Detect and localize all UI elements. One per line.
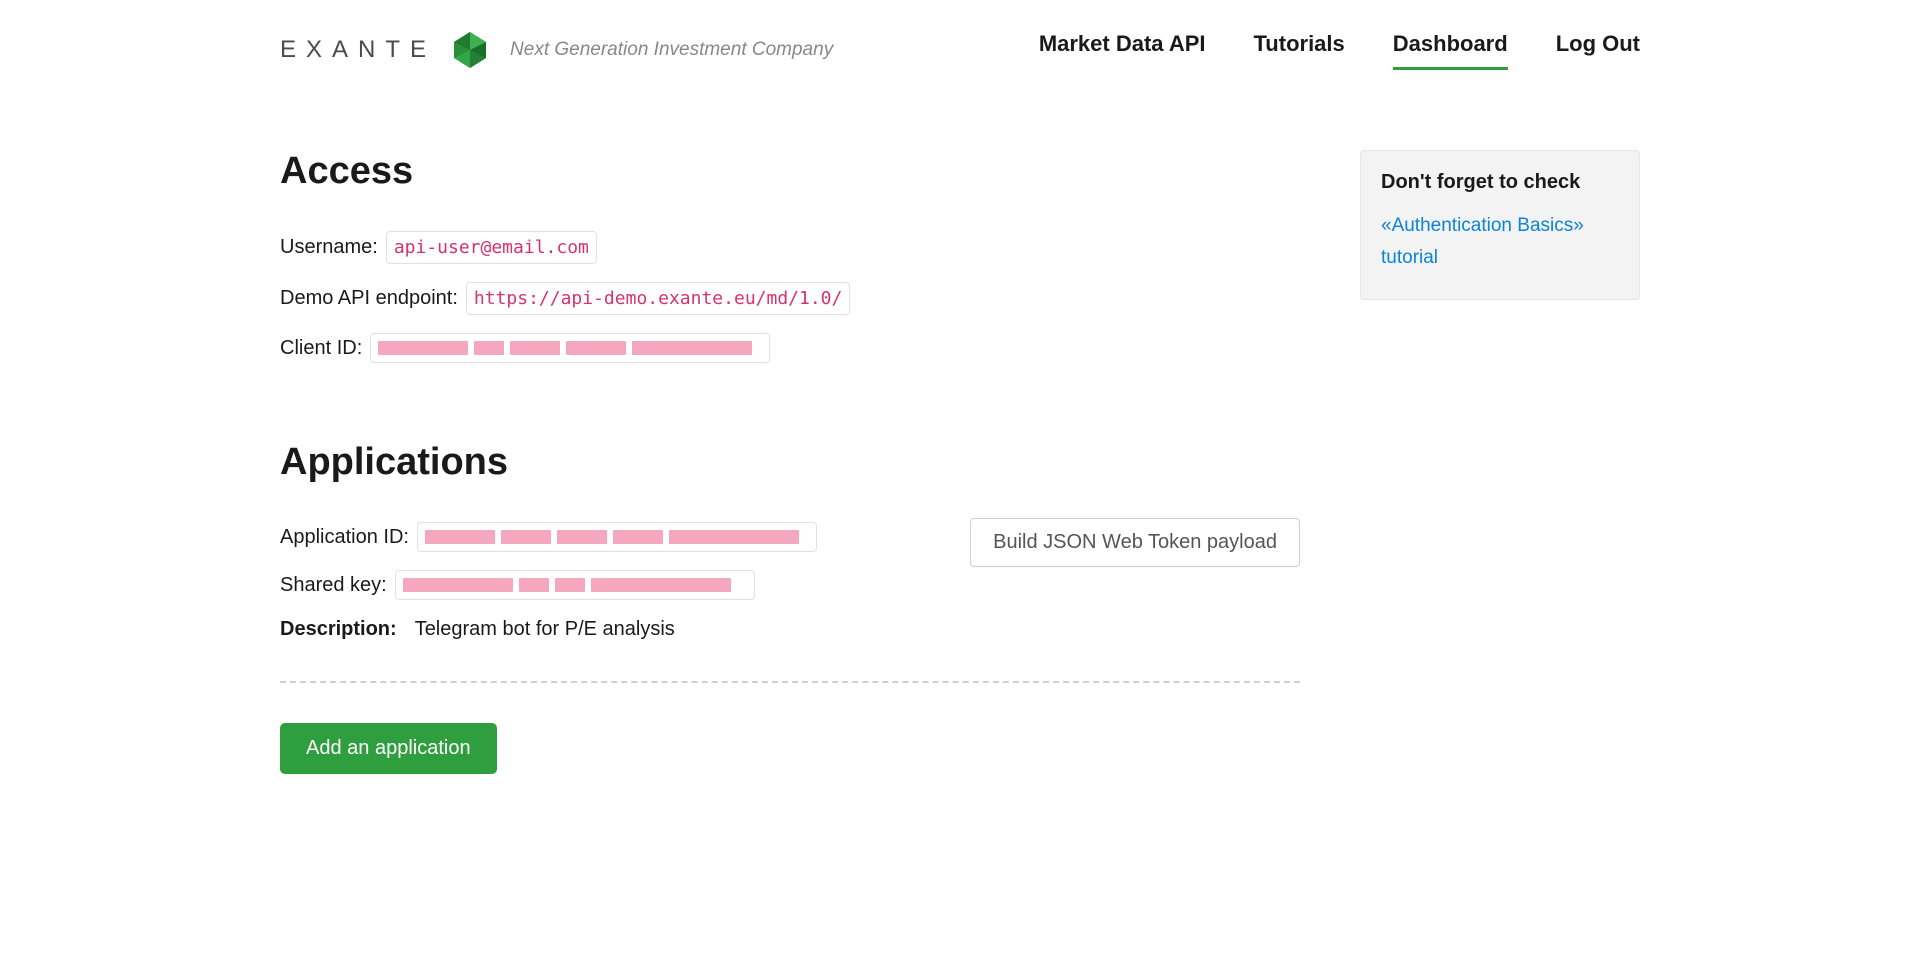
application-id-label: Application ID:	[280, 526, 409, 549]
field-username: Username: api-user@email.com	[280, 231, 1300, 264]
nav-tutorials[interactable]: Tutorials	[1254, 31, 1345, 70]
gem-logo-icon	[450, 30, 490, 70]
nav-dashboard[interactable]: Dashboard	[1393, 31, 1508, 70]
brand-name: EXANTE	[280, 36, 436, 64]
reminder-title: Don't forget to check	[1381, 171, 1619, 194]
field-endpoint: Demo API endpoint: https://api-demo.exan…	[280, 282, 1300, 315]
content: Access Username: api-user@email.com Demo…	[280, 150, 1300, 774]
add-application-button[interactable]: Add an application	[280, 723, 497, 774]
shared-key-value-redacted[interactable]	[395, 570, 755, 600]
endpoint-value[interactable]: https://api-demo.exante.eu/md/1.0/	[466, 282, 850, 315]
application-id-value-redacted[interactable]	[417, 522, 817, 552]
application-block: Build JSON Web Token payload Application…	[280, 522, 1300, 641]
nav-market-data-api[interactable]: Market Data API	[1039, 31, 1206, 70]
main-nav: Market Data API Tutorials Dashboard Log …	[1039, 31, 1640, 70]
aside: Don't forget to check «Authentication Ba…	[1360, 150, 1640, 300]
description-label: Description:	[280, 618, 397, 641]
shared-key-label: Shared key:	[280, 574, 387, 597]
reminder-box: Don't forget to check «Authentication Ba…	[1360, 150, 1640, 300]
section-title-applications: Applications	[280, 441, 1300, 484]
username-value[interactable]: api-user@email.com	[386, 231, 597, 264]
username-label: Username:	[280, 236, 378, 259]
description-value: Telegram bot for P/E analysis	[415, 618, 675, 641]
client-id-value-redacted[interactable]	[370, 333, 770, 363]
brand-tagline: Next Generation Investment Company	[510, 39, 833, 61]
brand: EXANTE	[280, 30, 490, 70]
header: EXANTE Next Generation Investment Compan…	[280, 0, 1640, 80]
section-title-access: Access	[280, 150, 1300, 193]
field-client-id: Client ID:	[280, 333, 1300, 363]
field-shared-key: Shared key:	[280, 570, 1300, 600]
divider	[280, 681, 1300, 683]
auth-basics-link[interactable]: «Authentication Basics» tutorial	[1381, 215, 1584, 268]
field-description: Description: Telegram bot for P/E analys…	[280, 618, 1300, 641]
nav-log-out[interactable]: Log Out	[1556, 31, 1640, 70]
build-token-button[interactable]: Build JSON Web Token payload	[970, 518, 1300, 567]
client-id-label: Client ID:	[280, 337, 362, 360]
endpoint-label: Demo API endpoint:	[280, 287, 458, 310]
